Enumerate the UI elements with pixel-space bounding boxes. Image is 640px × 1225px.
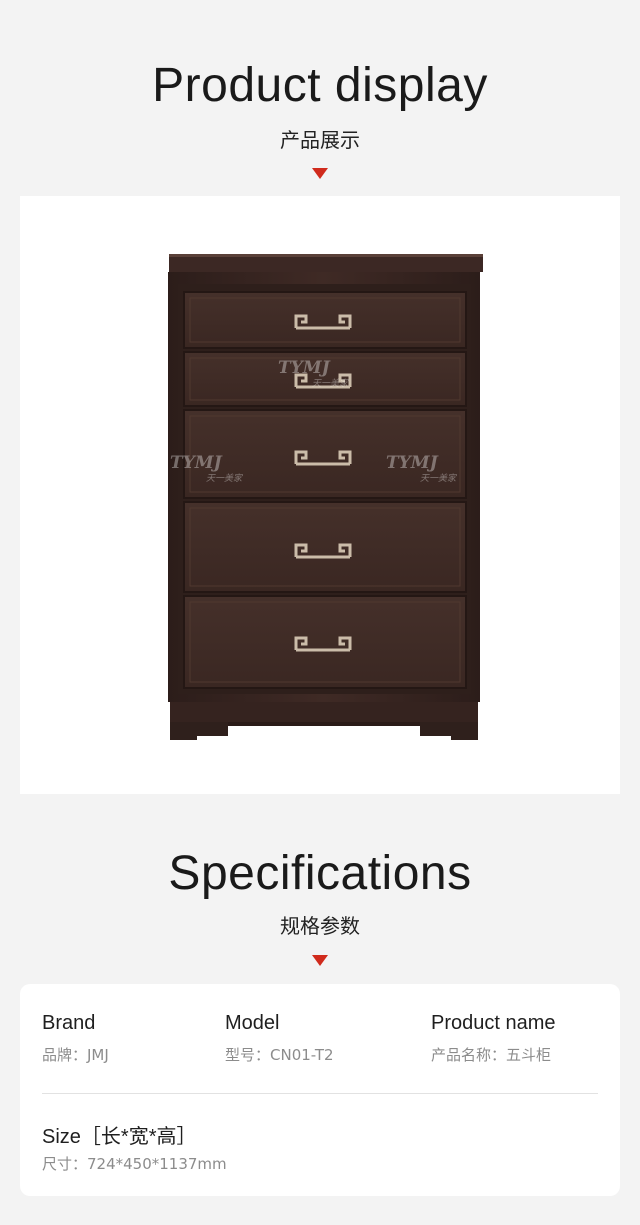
product-name-label: Product name (431, 1012, 556, 1034)
drawer-5 (183, 595, 467, 689)
cabinet-foot-right (420, 722, 478, 740)
down-arrow-icon (312, 955, 328, 966)
size-label: Size［长*宽*高］ (42, 1126, 197, 1148)
size-value: 尺寸：724*450*1137mm (42, 1155, 227, 1173)
down-arrow-icon (312, 168, 328, 179)
specifications-card: Brand 品牌：JMJ Model 型号：CN01-T2 Product na… (20, 984, 620, 1196)
model-value: 型号：CN01-T2 (225, 1046, 334, 1064)
svg-text:天一美家: 天一美家 (312, 378, 349, 389)
svg-text:天一美家: 天一美家 (206, 473, 243, 484)
cabinet-foot-left (170, 722, 228, 740)
svg-text:TYMJ: TYMJ (386, 453, 439, 473)
cabinet-plinth (170, 702, 478, 722)
brand-value: 品牌：JMJ (42, 1046, 109, 1064)
product-display-subtitle: 产品展示 (280, 128, 360, 152)
brand-label: Brand (42, 1012, 96, 1034)
product-display-title: Product display (152, 59, 488, 112)
specifications-subtitle: 规格参数 (280, 914, 360, 938)
svg-text:TYMJ: TYMJ (170, 453, 223, 473)
product-image: TYMJ 天一美家 TYMJ 天一美家 TYMJ 天一美家 (20, 196, 620, 794)
drawer-1 (183, 291, 467, 349)
model-label: Model (225, 1012, 280, 1034)
specifications-title: Specifications (168, 847, 472, 900)
drawer-4 (183, 501, 467, 593)
spec-divider (42, 1093, 598, 1094)
product-name-value: 产品名称：五斗柜 (431, 1046, 552, 1064)
svg-text:TYMJ: TYMJ (278, 358, 331, 378)
svg-text:天一美家: 天一美家 (420, 473, 457, 484)
chest-of-drawers-illustration: TYMJ 天一美家 TYMJ 天一美家 TYMJ 天一美家 (168, 254, 483, 740)
